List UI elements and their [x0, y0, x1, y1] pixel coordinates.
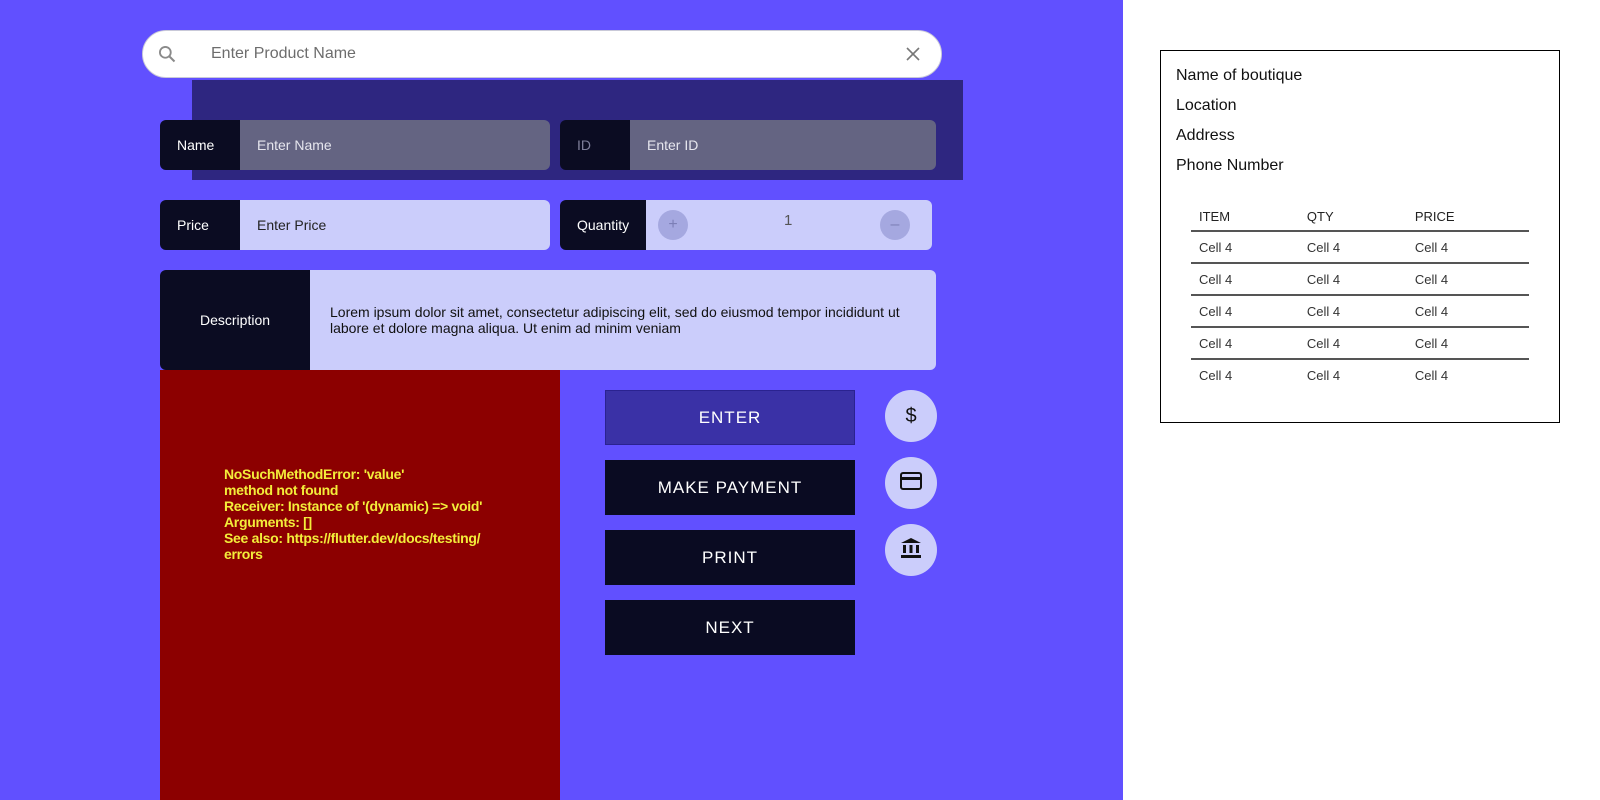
description-input[interactable]: Lorem ipsum dolor sit amet, consectetur … — [310, 270, 936, 370]
name-field: Name Enter Name — [160, 120, 550, 170]
boutique-address: Address — [1176, 127, 1235, 144]
name-input[interactable]: Enter Name — [240, 120, 550, 170]
error-message: NoSuchMethodError: 'value' method not fo… — [224, 466, 483, 562]
table-row: Cell 4 Cell 4 Cell 4 — [1191, 327, 1529, 360]
make-payment-button[interactable]: MAKE PAYMENT — [605, 460, 855, 515]
table-cell: Cell 4 — [1406, 231, 1529, 264]
table-cell: Cell 4 — [1191, 263, 1299, 296]
decrement-button[interactable]: – — [880, 210, 910, 240]
boutique-name: Name of boutique — [1176, 67, 1303, 84]
table-cell: Cell 4 — [1406, 327, 1529, 360]
column-header-qty: QTY — [1298, 203, 1407, 232]
quantity-stepper: + 1 – — [646, 200, 932, 250]
increment-button[interactable]: + — [658, 210, 688, 240]
price-input[interactable]: Enter Price — [240, 200, 550, 250]
credit-card-icon — [900, 471, 922, 495]
search-icon — [157, 44, 197, 64]
boutique-location: Location — [1176, 97, 1237, 114]
quantity-label: Quantity — [560, 200, 646, 250]
product-search-bar — [142, 30, 942, 78]
table-cell: Cell 4 — [1306, 368, 1341, 383]
id-label: ID — [560, 120, 630, 170]
table-cell: Cell 4 — [1406, 295, 1529, 328]
quantity-field: Quantity + 1 – — [560, 200, 932, 250]
table-cell: Cell 4 — [1414, 368, 1449, 383]
name-label: Name — [160, 120, 240, 170]
table-header-row: ITEM QTY PRICE — [1191, 203, 1529, 232]
next-button[interactable]: NEXT — [605, 600, 855, 655]
boutique-phone: Phone Number — [1176, 157, 1284, 174]
pos-form-panel: Name Enter Name ID Enter ID Price Enter … — [0, 0, 1123, 800]
table-row: Cell 4 Cell 4 Cell 4 — [1191, 295, 1529, 328]
id-field: ID Enter ID — [560, 120, 936, 170]
table-cell: Cell 4 — [1191, 231, 1299, 264]
price-label: Price — [160, 200, 240, 250]
column-header-item: ITEM — [1191, 203, 1299, 232]
table-cell: Cell 4 — [1298, 295, 1407, 328]
table-cell: Cell 4 — [1298, 263, 1407, 296]
cash-payment-button[interactable]: $ — [885, 390, 937, 442]
bank-payment-button[interactable] — [885, 524, 937, 576]
table-cell: Cell 4 — [1298, 327, 1407, 360]
receipt-preview: Name of boutique Location Address Phone … — [1160, 50, 1560, 423]
quantity-value: 1 — [784, 212, 793, 229]
product-search-input[interactable] — [209, 33, 895, 75]
table-row: Cell 4 Cell 4 Cell 4 — [1191, 359, 1529, 390]
table-row: Cell 4 Cell 4 Cell 4 — [1191, 263, 1529, 296]
table-row: Cell 4 Cell 4 Cell 4 — [1191, 231, 1529, 264]
table-cell: Cell 4 — [1191, 295, 1299, 328]
card-payment-button[interactable] — [885, 457, 937, 509]
enter-button[interactable]: ENTER — [605, 390, 855, 445]
receipt-table: ITEM QTY PRICE Cell 4 Cell 4 Cell 4 Cell… — [1191, 203, 1529, 390]
id-input[interactable]: Enter ID — [630, 120, 936, 170]
table-cell: Cell 4 — [1406, 263, 1529, 296]
table-cell: Cell 4 — [1191, 327, 1299, 360]
column-header-price: PRICE — [1406, 203, 1529, 232]
table-cell: Cell 4 — [1298, 231, 1407, 264]
description-field: Description Lorem ipsum dolor sit amet, … — [160, 270, 936, 370]
dollar-icon: $ — [905, 404, 917, 427]
table-cell: Cell 4 — [1199, 368, 1233, 383]
print-button[interactable]: PRINT — [605, 530, 855, 585]
close-icon[interactable] — [895, 46, 931, 62]
price-field: Price Enter Price — [160, 200, 550, 250]
error-panel: NoSuchMethodError: 'value' method not fo… — [160, 370, 560, 800]
bank-icon — [900, 537, 922, 564]
description-label: Description — [160, 270, 310, 370]
